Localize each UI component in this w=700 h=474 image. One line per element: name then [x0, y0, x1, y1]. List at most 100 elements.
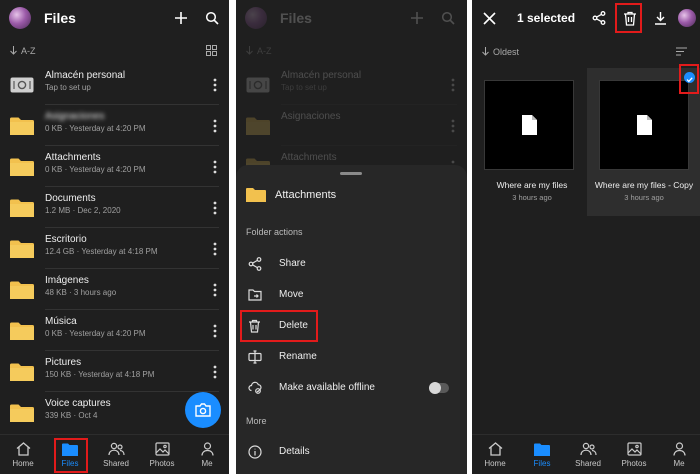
- info-icon: [248, 445, 262, 459]
- more-vertical-icon[interactable]: [213, 78, 217, 92]
- folder-icon: [246, 117, 270, 135]
- file-name: Where are my files: [496, 180, 568, 190]
- sheet-title: Attachments: [275, 189, 337, 201]
- list-item[interactable]: Asignaciones 0 KB · Yesterday at 4:20 PM: [0, 105, 229, 146]
- action-rename[interactable]: Rename: [236, 342, 467, 372]
- page-title: Files: [280, 10, 312, 26]
- sort-bar[interactable]: A-Z: [0, 41, 229, 61]
- item-name: Attachments: [45, 152, 101, 163]
- people-icon: [96, 441, 136, 457]
- section-folder-actions: Folder actions: [246, 227, 303, 237]
- arrow-down-icon: [10, 45, 17, 57]
- trash-highlight: [615, 3, 642, 33]
- list-item[interactable]: Almacén personal Tap to set up: [236, 64, 467, 105]
- file-time: 3 hours ago: [624, 193, 664, 202]
- avatar[interactable]: [9, 7, 31, 29]
- photo-icon: [142, 441, 182, 457]
- action-label: Make available offline: [279, 382, 375, 393]
- more-vertical-icon[interactable]: [213, 242, 217, 256]
- nav-tab-photos[interactable]: Photos: [614, 441, 654, 468]
- nav-label: Home: [484, 459, 506, 468]
- page-title: Files: [44, 10, 76, 26]
- person-icon: [659, 441, 699, 457]
- vault-icon: [246, 76, 270, 94]
- list-item[interactable]: Almacén personal Tap to set up: [0, 64, 229, 105]
- more-vertical-icon[interactable]: [451, 119, 455, 133]
- more-vertical-icon[interactable]: [213, 283, 217, 297]
- selection-count: 1 selected: [517, 11, 576, 25]
- offline-toggle[interactable]: [429, 382, 449, 394]
- grid-view-icon[interactable]: [206, 45, 217, 58]
- bottom-navigation: Home Files Shared Photos Me: [0, 434, 229, 474]
- item-details: 339 KB · Oct 4: [45, 411, 98, 420]
- action-details[interactable]: Details: [236, 437, 467, 467]
- item-name: Almacén personal: [281, 70, 362, 81]
- rename-icon: [248, 350, 262, 364]
- action-label: Details: [279, 446, 310, 457]
- nav-tab-me[interactable]: Me: [187, 441, 227, 468]
- arrow-down-icon: [482, 46, 489, 58]
- folder-icon: [10, 199, 34, 217]
- list-item[interactable]: Escritorio 12.4 GB · Yesterday at 4:18 PM: [0, 228, 229, 269]
- camera-button[interactable]: [185, 392, 221, 428]
- section-more: More: [246, 416, 267, 426]
- search-icon[interactable]: [203, 9, 221, 27]
- list-item[interactable]: Pictures 150 KB · Yesterday at 4:18 PM: [0, 351, 229, 392]
- action-label: Move: [279, 289, 304, 300]
- share-icon: [248, 257, 262, 271]
- sort-bar: A-Z: [236, 41, 467, 61]
- camera-icon: [195, 403, 211, 417]
- top-bar: Files: [236, 0, 467, 36]
- list-item[interactable]: Attachments 0 KB · Yesterday at 4:20 PM: [0, 146, 229, 187]
- list-item[interactable]: Música 0 KB · Yesterday at 4:20 PM: [0, 310, 229, 351]
- more-vertical-icon[interactable]: [213, 201, 217, 215]
- item-name: Asignaciones: [281, 111, 341, 122]
- folder-icon: [522, 441, 562, 457]
- item-name: Música: [45, 316, 77, 327]
- item-details: Tap to set up: [281, 83, 327, 92]
- sort-bar[interactable]: Oldest: [472, 42, 700, 62]
- list-item[interactable]: Asignaciones: [236, 105, 467, 146]
- list-view-icon[interactable]: [676, 47, 687, 58]
- more-vertical-icon[interactable]: [213, 365, 217, 379]
- nav-tab-photos[interactable]: Photos: [142, 441, 182, 468]
- nav-tab-home[interactable]: Home: [3, 441, 43, 468]
- nav-tab-shared[interactable]: Shared: [96, 441, 136, 468]
- folder-icon: [10, 117, 34, 135]
- nav-tab-files[interactable]: Files: [522, 441, 562, 468]
- more-vertical-icon[interactable]: [213, 160, 217, 174]
- more-vertical-icon[interactable]: [213, 324, 217, 338]
- more-vertical-icon[interactable]: [213, 119, 217, 133]
- avatar[interactable]: [678, 9, 696, 27]
- sort-label: A-Z: [257, 46, 272, 56]
- folder-icon: [10, 404, 34, 422]
- nav-tab-me[interactable]: Me: [659, 441, 699, 468]
- home-icon: [3, 441, 43, 457]
- item-name: Escritorio: [45, 234, 87, 245]
- item-details: 1.2 MB · Dec 2, 2020: [45, 206, 121, 215]
- sheet-handle[interactable]: [340, 172, 362, 175]
- item-details: 0 KB · Yesterday at 4:20 PM: [45, 165, 146, 174]
- file-time: 3 hours ago: [512, 193, 552, 202]
- item-name: Asignaciones: [45, 111, 105, 122]
- list-item[interactable]: Imágenes 48 KB · 3 hours ago: [0, 269, 229, 310]
- toggle-knob: [429, 382, 441, 394]
- plus-icon[interactable]: [172, 9, 190, 27]
- file-card-selected[interactable]: [599, 80, 689, 170]
- share-icon[interactable]: [590, 9, 608, 27]
- selection-screen: 1 selected Oldest Where are my files 3 h…: [472, 0, 700, 474]
- more-vertical-icon[interactable]: [451, 78, 455, 92]
- close-icon[interactable]: [480, 9, 498, 27]
- nav-tab-shared[interactable]: Shared: [568, 441, 608, 468]
- list-item[interactable]: Documents 1.2 MB · Dec 2, 2020: [0, 187, 229, 228]
- item-details: 12.4 GB · Yesterday at 4:18 PM: [45, 247, 158, 256]
- item-name: Voice captures: [45, 398, 111, 409]
- action-move[interactable]: Move: [236, 280, 467, 310]
- file-card[interactable]: [484, 80, 574, 170]
- action-share[interactable]: Share: [236, 249, 467, 279]
- folder-icon: [10, 158, 34, 176]
- action-make-available-offline[interactable]: Make available offline: [236, 373, 467, 403]
- nav-label: Home: [12, 459, 34, 468]
- download-icon[interactable]: [651, 9, 669, 27]
- nav-tab-home[interactable]: Home: [475, 441, 515, 468]
